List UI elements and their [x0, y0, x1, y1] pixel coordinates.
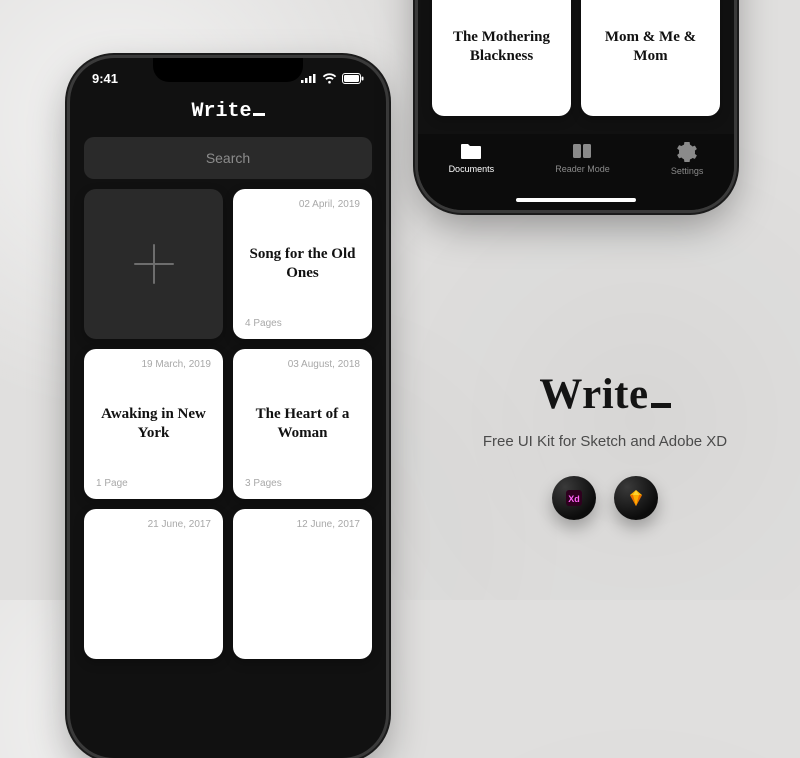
card-date: 19 March, 2019 — [96, 359, 211, 370]
adobe-xd-badge: Xd — [552, 476, 596, 520]
app-title-text: Write — [191, 100, 251, 123]
tab-documents[interactable]: Documents — [449, 142, 495, 174]
card-title: Song for the Old Ones — [245, 245, 360, 283]
status-time: 9:41 — [92, 71, 118, 86]
tab-label: Settings — [671, 166, 704, 176]
add-document-button[interactable] — [84, 189, 223, 339]
battery-icon — [342, 73, 364, 84]
phone-left: 9:41 Write Search 02 April, 2019 Song fo… — [70, 58, 386, 758]
document-card[interactable]: 02 April, 2019 Song for the Old Ones 4 P… — [233, 189, 372, 339]
card-pages: 3 Pages — [245, 478, 360, 489]
cursor-glyph — [651, 403, 671, 408]
home-indicator[interactable] — [516, 198, 636, 202]
search-placeholder: Search — [206, 150, 250, 166]
gear-icon — [677, 142, 697, 162]
document-card[interactable]: 12 June, 2017 — [233, 509, 372, 659]
sketch-icon — [626, 488, 646, 508]
promo-block: Write Free UI Kit for Sketch and Adobe X… — [445, 370, 765, 520]
card-title: Awaking in New York — [96, 405, 211, 443]
tab-label: Reader Mode — [555, 164, 610, 174]
document-grid: 02 April, 2019 Song for the Old Ones 4 P… — [70, 189, 386, 673]
document-card[interactable]: 21 June, 2017 — [84, 509, 223, 659]
svg-text:Xd: Xd — [568, 494, 580, 504]
wifi-icon — [322, 73, 337, 84]
card-pages: 1 Page — [96, 478, 211, 489]
document-card[interactable]: 12 June, 2017 Mom & Me & Mom — [581, 0, 720, 116]
card-date: 12 June, 2017 — [245, 519, 360, 530]
tab-reader-mode[interactable]: Reader Mode — [555, 142, 610, 174]
tab-bar: Documents Reader Mode Settings — [418, 134, 734, 210]
search-input[interactable]: Search — [84, 137, 372, 179]
status-icons — [301, 73, 364, 84]
signal-icon — [301, 73, 317, 83]
document-card[interactable]: 03 August, 2018 The Heart of a Woman 3 P… — [233, 349, 372, 499]
promo-logo-text: Write — [539, 371, 648, 418]
phone-right: 1 Page 3 Pages 21 June, 2017 The Motheri… — [418, 0, 734, 210]
folder-icon — [460, 142, 482, 160]
tab-settings[interactable]: Settings — [671, 142, 704, 176]
sketch-badge — [614, 476, 658, 520]
notch — [153, 58, 303, 82]
cursor-glyph — [253, 113, 265, 116]
tab-label: Documents — [449, 164, 495, 174]
document-card[interactable]: 19 March, 2019 Awaking in New York 1 Pag… — [84, 349, 223, 499]
card-date: 21 June, 2017 — [96, 519, 211, 530]
promo-subtitle: Free UI Kit for Sketch and Adobe XD — [445, 433, 765, 450]
card-date: 02 April, 2019 — [245, 199, 360, 210]
adobe-xd-icon: Xd — [564, 488, 584, 508]
card-pages: 4 Pages — [245, 318, 360, 329]
document-grid: 1 Page 3 Pages 21 June, 2017 The Motheri… — [418, 0, 734, 130]
promo-logo: Write — [445, 370, 765, 419]
book-icon — [571, 142, 593, 160]
card-title: The Heart of a Woman — [245, 405, 360, 443]
card-date: 03 August, 2018 — [245, 359, 360, 370]
badge-row: Xd — [445, 476, 765, 520]
card-title: The Mothering Blackness — [444, 28, 559, 66]
plus-icon — [134, 244, 174, 284]
app-title: Write — [70, 100, 386, 123]
card-title: Mom & Me & Mom — [593, 28, 708, 66]
document-card[interactable]: 21 June, 2017 The Mothering Blackness — [432, 0, 571, 116]
